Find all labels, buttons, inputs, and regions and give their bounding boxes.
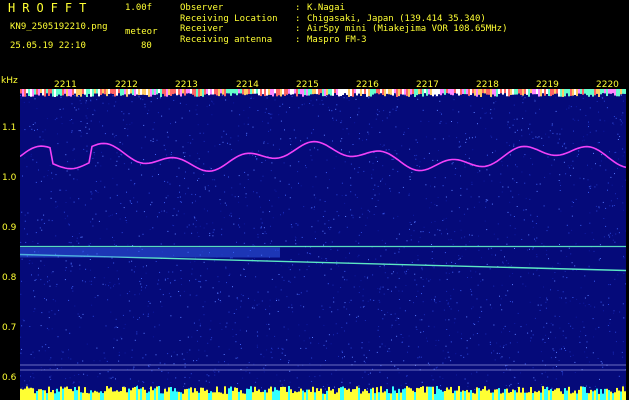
spectrogram-display[interactable] [20, 89, 626, 400]
info-separator: : [295, 24, 301, 34]
meteor-count-label: meteor [125, 27, 158, 37]
info-row-receiver: Receiver: AirSpy mini (Miakejima VOR 108.… [180, 24, 507, 35]
y-tick-label: 0.8 [2, 273, 17, 283]
info-value: Maspro FM-3 [307, 34, 367, 45]
y-tick-label: 0.6 [2, 373, 17, 383]
info-value: K.Nagai [307, 3, 345, 13]
info-key: Receiving Location [180, 13, 278, 24]
file-name: KN9_2505192210.png [10, 22, 108, 32]
info-value: Chigasaki, Japan (139.414 35.340) [307, 13, 486, 24]
y-tick-label: 1.1 [2, 123, 17, 133]
y-tick-label: 0.7 [2, 323, 17, 333]
info-separator: : [295, 13, 301, 24]
app-title: HROFFT [8, 1, 94, 15]
info-key: Receiving antenna [180, 34, 273, 45]
carrier-glow [20, 247, 280, 258]
info-row-observer: Observer: K.Nagai [180, 3, 507, 14]
info-key: Observer [180, 3, 224, 13]
meteor-count-value: 80 [141, 41, 152, 51]
info-row-location: Receiving Location: Chigasaki, Japan (139… [180, 14, 507, 25]
timestamp: 25.05.19 22:10 [10, 41, 86, 51]
y-tick-label: 0.9 [2, 223, 17, 233]
frequency-unit-label: kHz [1, 76, 18, 86]
spectrogram-canvas [20, 89, 626, 400]
y-tick-label: 1.0 [2, 173, 17, 183]
hrofft-window: HROFFT 1.00f KN9_2505192210.png meteor 2… [0, 0, 629, 400]
info-value: AirSpy mini (Miakejima VOR 108.65MHz) [307, 24, 508, 34]
app-version: 1.00f [125, 3, 153, 13]
station-info: Observer: K.Nagai Receiving Location: Chig… [180, 3, 507, 45]
spectrogram-background [20, 89, 626, 400]
info-separator: : [295, 3, 301, 13]
info-separator: : [295, 34, 301, 45]
info-key: Receiver [180, 24, 224, 34]
info-row-antenna: Receiving antenna: Maspro FM-3 [180, 35, 507, 46]
